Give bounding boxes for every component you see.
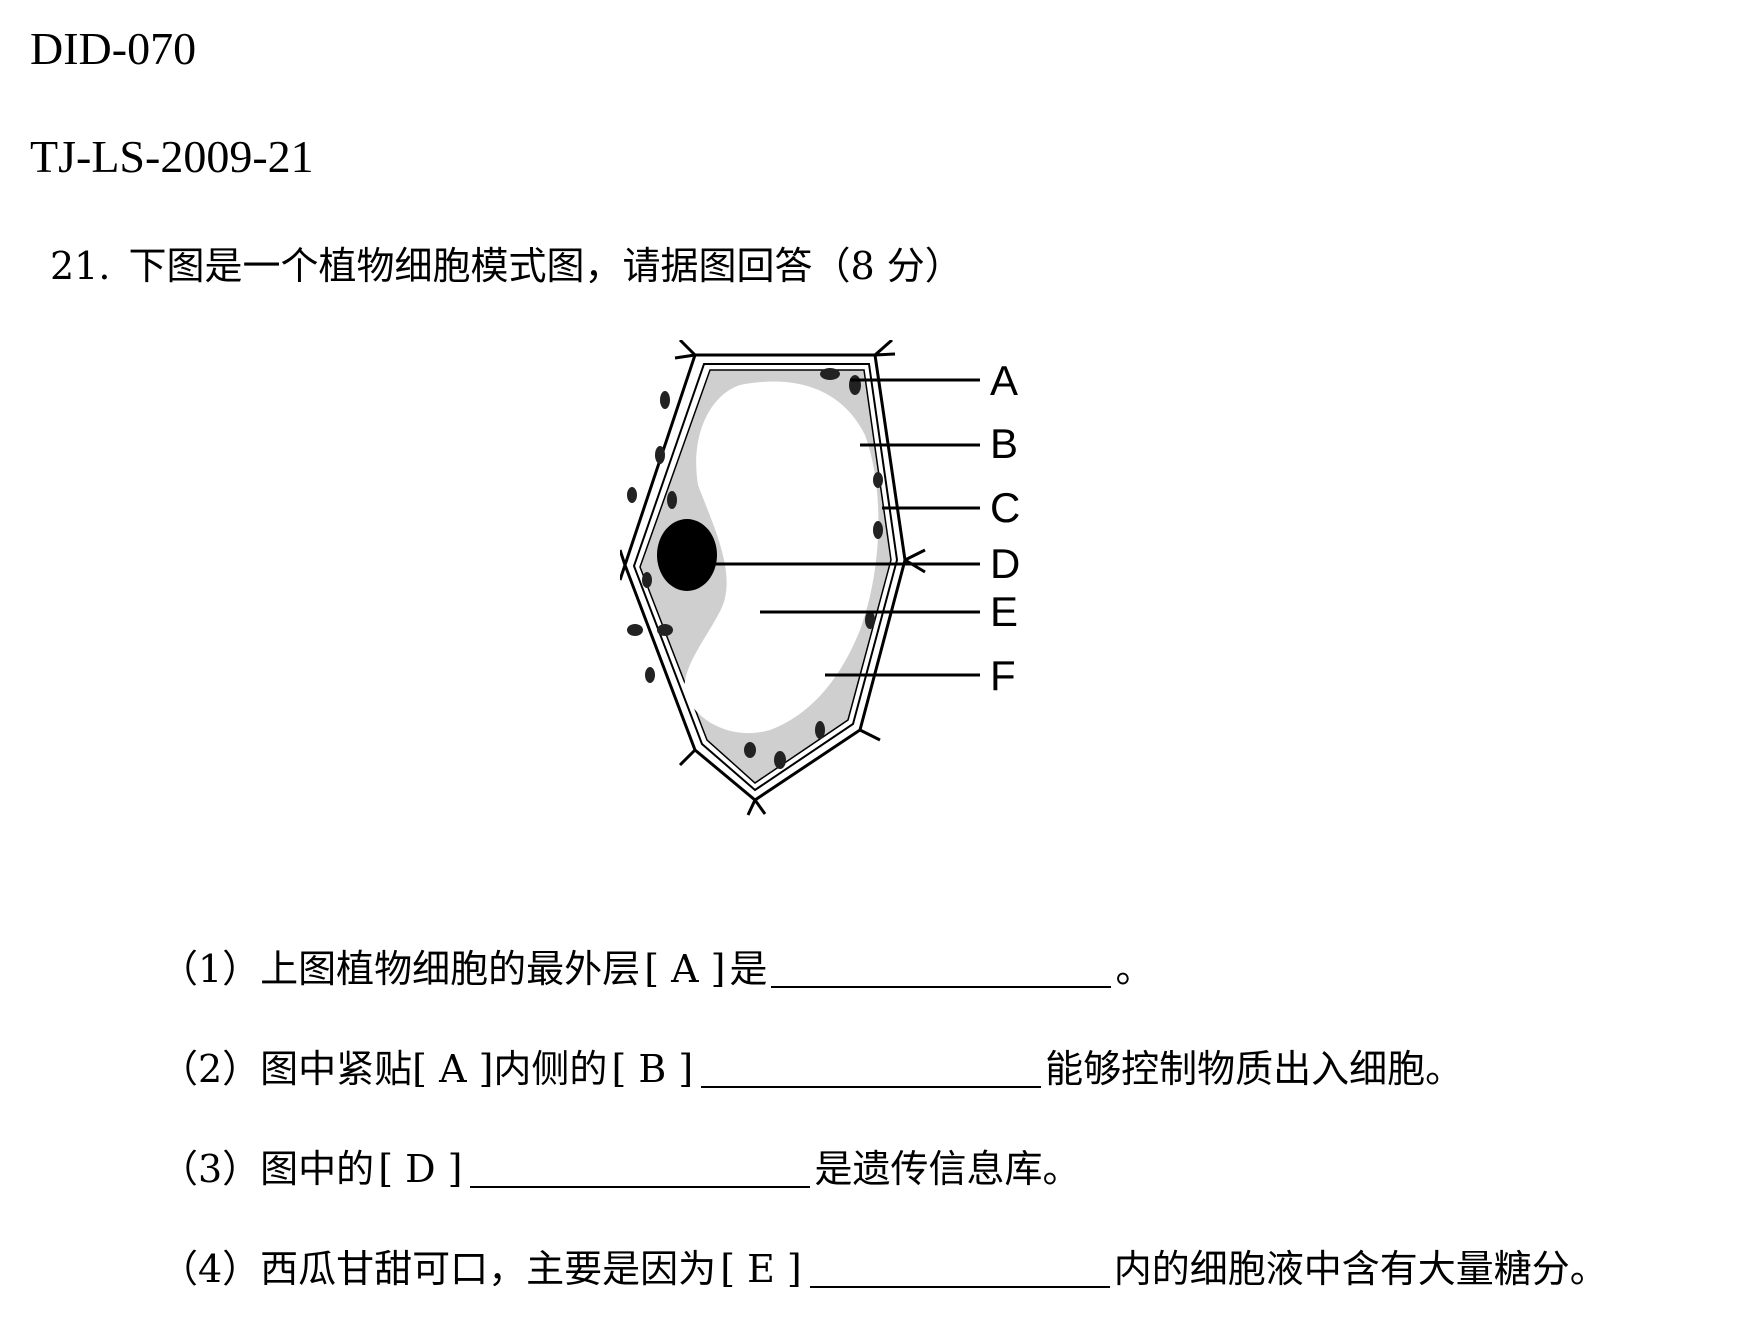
question-text: 下图是一个植物细胞模式图，请据图回答（8 分）	[128, 244, 963, 288]
wall-junction-bottom-right	[859, 728, 881, 742]
sub-question-3-bracket: [ D ]	[378, 1147, 463, 1191]
sub-question-2-prefix: （2）图中紧贴[ A ]内侧的	[160, 1047, 608, 1091]
document-id: DID-070	[30, 23, 197, 74]
sub-question-1-mid: 是	[729, 947, 768, 991]
wall-junction-bottom-left	[678, 748, 697, 767]
answer-blank-2[interactable]	[701, 1052, 1042, 1088]
sub-question-3-suffix: 是遗传信息库。	[814, 1147, 1081, 1191]
sub-question-2-bracket: [ B ]	[611, 1047, 694, 1091]
sub-question-4: （4）西瓜甘甜可口，主要是因为[ E ] 内的细胞液中含有大量糖分。	[160, 1250, 1608, 1288]
question-stem: 21. 下图是一个植物细胞模式图，请据图回答（8 分）	[50, 247, 963, 285]
wall-junction-top-left	[674, 340, 697, 360]
label-c: C	[990, 484, 1020, 531]
label-f: F	[990, 652, 1016, 699]
sub-question-4-suffix: 内的细胞液中含有大量糖分。	[1113, 1247, 1608, 1291]
sub-question-4-bracket: [ E ]	[720, 1247, 802, 1291]
label-d: D	[990, 540, 1020, 587]
label-e: E	[990, 588, 1018, 635]
answer-blank-3[interactable]	[470, 1152, 811, 1188]
label-b: B	[990, 420, 1018, 467]
wall-junction-bottom	[746, 799, 767, 816]
sub-question-2: （2）图中紧贴[ A ]内侧的[ B ] 能够控制物质出入细胞。	[160, 1050, 1463, 1088]
sub-question-1-prefix: （1）上图植物细胞的最外层	[160, 947, 641, 991]
plant-cell-diagram: A B C D E F	[620, 340, 1020, 816]
sub-question-3-prefix: （3）图中的	[160, 1147, 375, 1191]
label-a: A	[990, 357, 1018, 404]
source-id: TJ-LS-2009-21	[30, 131, 314, 182]
wall-junction-top-right	[874, 340, 896, 357]
sub-question-3: （3）图中的[ D ] 是遗传信息库。	[160, 1150, 1080, 1188]
answer-blank-4[interactable]	[809, 1252, 1110, 1288]
nucleus	[657, 519, 717, 591]
question-number: 21.	[50, 244, 111, 288]
wall-junction-left	[620, 549, 627, 581]
answer-blank-1[interactable]	[771, 952, 1112, 988]
sub-question-1: （1）上图植物细胞的最外层[ A ] 是 。	[160, 950, 1153, 988]
sub-question-4-prefix: （4）西瓜甘甜可口，主要是因为	[160, 1247, 717, 1291]
sub-question-2-suffix: 能够控制物质出入细胞。	[1045, 1047, 1464, 1091]
wall-junction-right	[904, 548, 926, 574]
sub-question-1-suffix: 。	[1115, 947, 1154, 991]
sub-question-1-bracket: [ A ]	[644, 947, 726, 991]
